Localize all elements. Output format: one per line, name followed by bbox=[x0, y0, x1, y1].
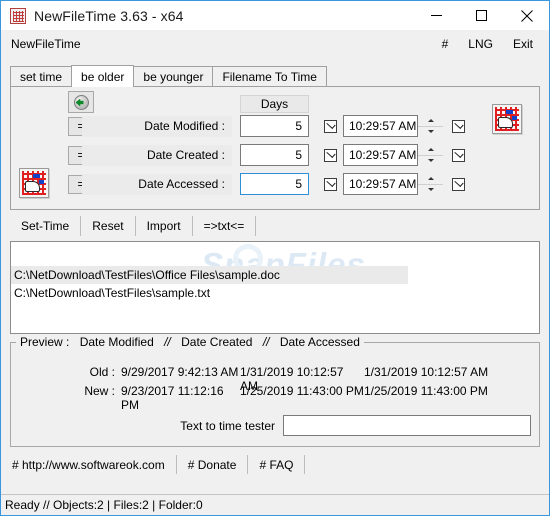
preview-new-row: New : 9/23/2017 11:12:16 PM 1/25/2019 11… bbox=[11, 384, 539, 412]
set-time-button[interactable]: Set-Time bbox=[10, 216, 82, 236]
date-modified-row: = Date Modified : 5 10:29:57 AM bbox=[11, 115, 539, 137]
preview-separator: // bbox=[262, 335, 270, 349]
minimize-icon[interactable] bbox=[414, 1, 459, 30]
grid-hand-icon-right[interactable] bbox=[492, 104, 522, 134]
menu-bar: NewFileTime # LNG Exit bbox=[1, 30, 549, 57]
preview-new-key: New : bbox=[84, 384, 115, 398]
import-button[interactable]: Import bbox=[136, 216, 193, 236]
date-created-days-input[interactable]: 5 bbox=[240, 144, 309, 166]
date-accessed-label: Date Accessed : bbox=[82, 173, 232, 195]
date-modified-label: Date Modified : bbox=[82, 115, 232, 137]
preview-group-label: Preview : Date Modified // Date Created … bbox=[16, 335, 364, 349]
date-created-enable-checkbox[interactable] bbox=[452, 148, 465, 162]
date-accessed-row: = Date Accessed : 5 10:29:57 AM bbox=[11, 173, 539, 195]
menu-language[interactable]: LNG bbox=[468, 37, 493, 51]
date-created-time-spinner[interactable] bbox=[417, 144, 443, 166]
spinner-up-icon[interactable] bbox=[418, 115, 443, 127]
tab-set-time[interactable]: set time bbox=[10, 66, 73, 86]
date-created-time-checkbox[interactable] bbox=[324, 148, 337, 162]
preview-col-modified: Date Modified bbox=[79, 335, 154, 349]
tab-be-younger[interactable]: be younger bbox=[133, 66, 214, 86]
file-list[interactable]: SnapFiles C:\NetDownload\TestFiles\Offic… bbox=[10, 241, 540, 334]
text-to-time-tester-label: Text to time tester bbox=[180, 418, 275, 433]
date-accessed-time-checkbox[interactable] bbox=[324, 177, 337, 191]
preview-group: Preview : Date Modified // Date Created … bbox=[10, 335, 540, 447]
export-txt-button[interactable]: =>txt<= bbox=[193, 216, 257, 236]
date-modified-days-input[interactable]: 5 bbox=[240, 115, 309, 137]
spinner-down-icon[interactable] bbox=[418, 126, 443, 137]
link-bar: # http://www.softwareok.com # Donate # F… bbox=[10, 454, 549, 475]
menu-exit[interactable]: Exit bbox=[513, 37, 533, 51]
action-bar: Set-Time Reset Import =>txt<= bbox=[10, 215, 549, 237]
preview-new-accessed: 1/25/2019 11:43:00 PM bbox=[364, 384, 488, 398]
preview-new-created: 1/25/2019 11:43:00 PM bbox=[240, 384, 364, 398]
window-title: NewFileTime 3.63 - x64 bbox=[34, 7, 184, 24]
date-accessed-time-spinner[interactable] bbox=[417, 173, 443, 195]
preview-col-accessed: Date Accessed bbox=[279, 335, 360, 349]
link-donate[interactable]: # Donate bbox=[177, 455, 249, 474]
link-faq[interactable]: # FAQ bbox=[248, 455, 306, 474]
menu-right-group: # LNG Exit bbox=[442, 37, 541, 51]
status-text: Ready // Objects:2 | Files:2 | Folder:0 bbox=[5, 498, 203, 512]
app-window: NewFileTime 3.63 - x64 NewFileTime # LNG… bbox=[0, 0, 550, 516]
spinner-up-icon[interactable] bbox=[418, 144, 443, 156]
app-grid-icon bbox=[10, 7, 26, 24]
text-to-time-tester-row: Text to time tester bbox=[11, 415, 539, 436]
close-icon[interactable] bbox=[504, 1, 549, 30]
status-bar: Ready // Objects:2 | Files:2 | Folder:0 bbox=[1, 494, 549, 515]
preview-new-modified: 9/23/2017 11:12:16 PM bbox=[121, 384, 224, 412]
date-created-row: = Date Created : 5 10:29:57 AM bbox=[11, 144, 539, 166]
list-item[interactable]: C:\NetDownload\TestFiles\Office Files\sa… bbox=[11, 266, 408, 284]
tab-strip: set time be older be younger Filename To… bbox=[10, 65, 549, 87]
link-homepage[interactable]: # http://www.softwareok.com bbox=[10, 455, 177, 474]
preview-col-created: Date Created bbox=[181, 335, 253, 349]
maximize-icon[interactable] bbox=[459, 1, 504, 30]
menu-app-name[interactable]: NewFileTime bbox=[11, 37, 81, 51]
window-controls bbox=[414, 1, 549, 30]
reset-button[interactable]: Reset bbox=[81, 216, 136, 236]
date-created-label: Date Created : bbox=[82, 144, 232, 166]
menu-hash[interactable]: # bbox=[442, 37, 449, 51]
tab-be-older[interactable]: be older bbox=[71, 65, 135, 87]
grid-hand-icon-left[interactable] bbox=[19, 168, 49, 198]
preview-separator: // bbox=[164, 335, 171, 349]
date-accessed-enable-checkbox[interactable] bbox=[452, 177, 465, 191]
date-accessed-days-input[interactable]: 5 bbox=[240, 173, 309, 195]
spinner-down-icon[interactable] bbox=[418, 184, 443, 195]
tab-filename-to-time[interactable]: Filename To Time bbox=[212, 66, 327, 86]
globe-refresh-icon[interactable] bbox=[68, 91, 94, 113]
spinner-up-icon[interactable] bbox=[418, 173, 443, 185]
title-bar: NewFileTime 3.63 - x64 bbox=[1, 1, 549, 30]
preview-prefix: Preview : bbox=[20, 335, 70, 349]
days-column-header: Days bbox=[240, 95, 309, 113]
text-to-time-tester-input[interactable] bbox=[283, 415, 531, 436]
date-modified-time-checkbox[interactable] bbox=[324, 119, 337, 133]
list-item[interactable]: C:\NetDownload\TestFiles\sample.txt bbox=[11, 284, 539, 302]
date-modified-time-spinner[interactable] bbox=[417, 115, 443, 137]
spinner-down-icon[interactable] bbox=[418, 155, 443, 166]
be-older-panel: Days = Date Modified : 5 10:29:57 AM = D… bbox=[10, 86, 540, 210]
date-modified-enable-checkbox[interactable] bbox=[452, 119, 465, 133]
